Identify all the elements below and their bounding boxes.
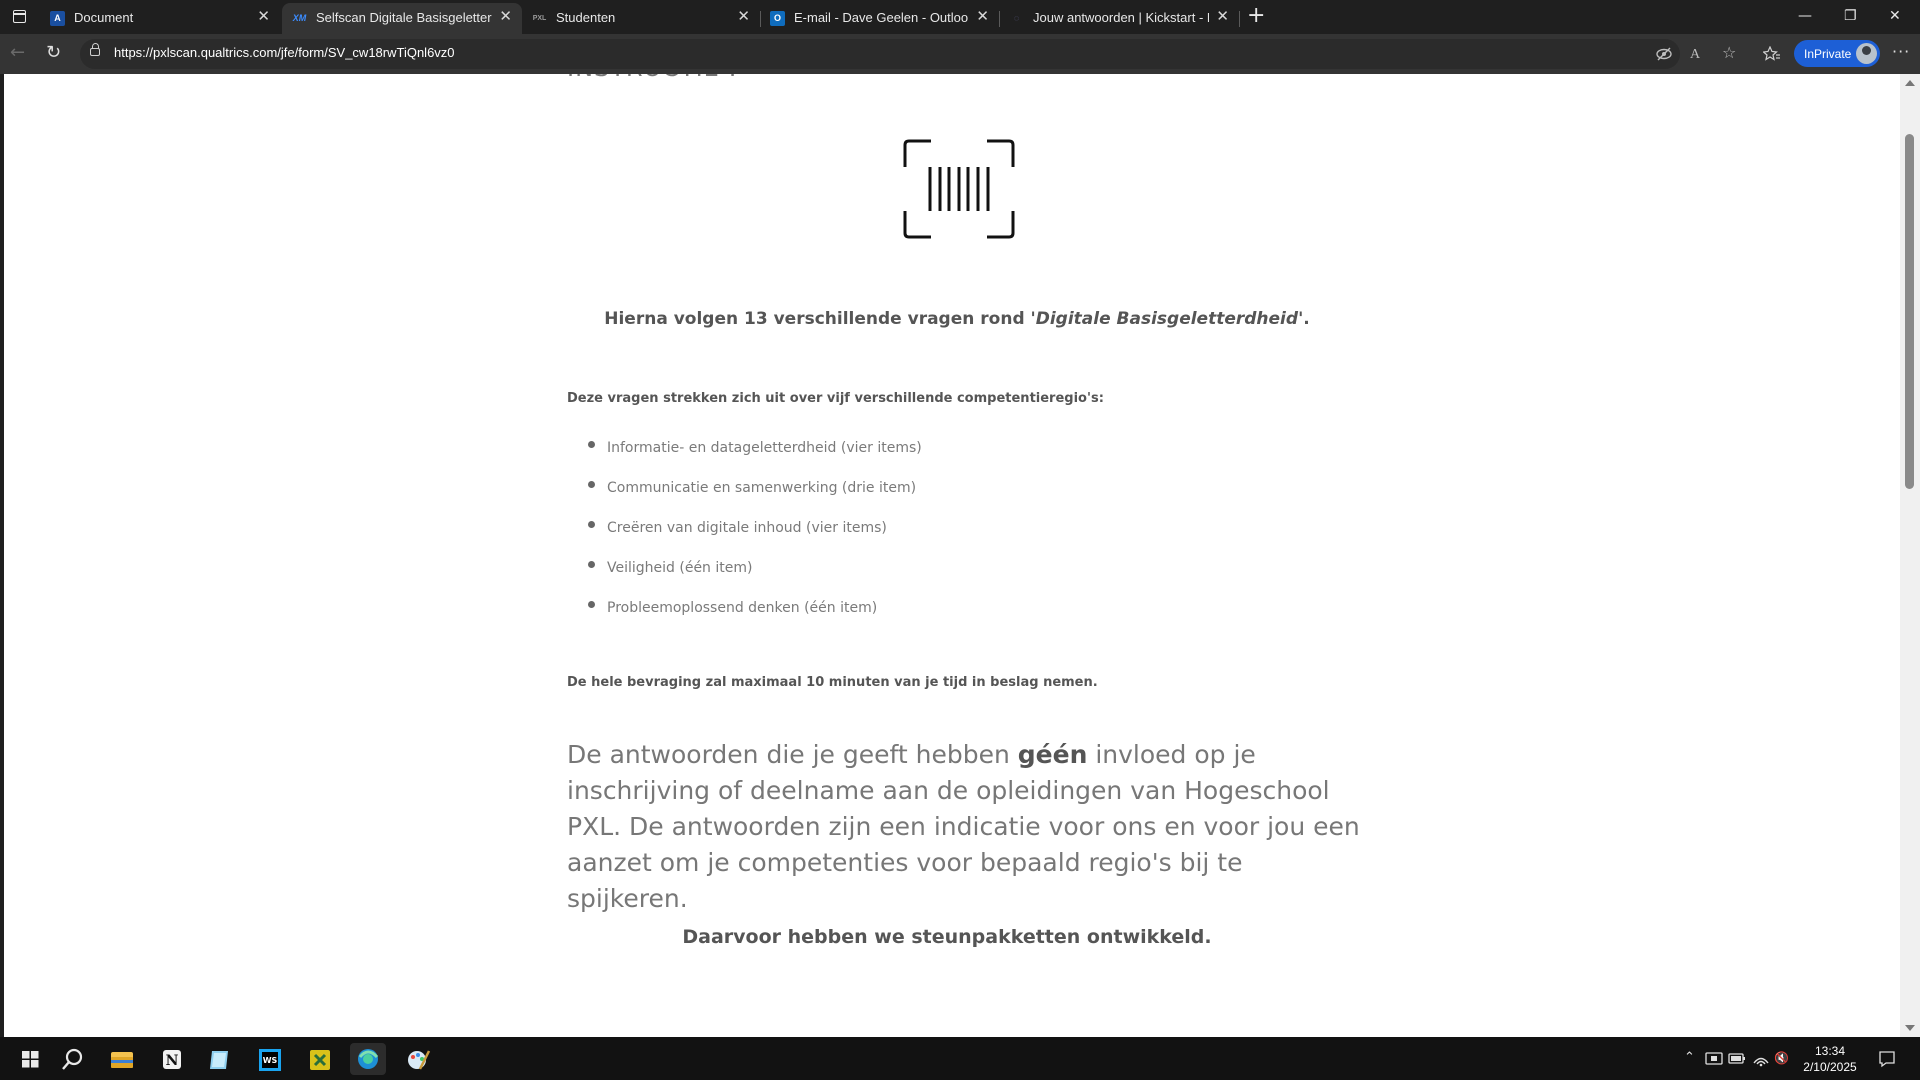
outlook-favicon-icon: O [770, 11, 785, 26]
close-tab-icon[interactable]: ✕ [737, 8, 750, 26]
tab-title: Document [74, 10, 134, 25]
pxl-favicon-icon: PXL [532, 15, 547, 22]
intro-text: Hierna volgen 13 verschillende vragen ro… [567, 309, 1347, 329]
start-icon[interactable] [12, 1043, 48, 1075]
speaker-muted-icon[interactable]: 🔇 [1774, 1049, 1789, 1067]
meet-now-icon[interactable] [1705, 1051, 1723, 1067]
tab-outlook[interactable]: O E-mail - Dave Geelen - Outlook ✕ [760, 3, 1000, 34]
navigation-bar: ← ↻ https://pxlscan.qualtrics.com/jfe/fo… [0, 34, 1920, 74]
scrollbar-thumb[interactable] [1905, 134, 1914, 489]
restore-button[interactable]: ❐ [1844, 7, 1857, 25]
page-scrollbar[interactable] [1900, 74, 1920, 1037]
new-tab-button[interactable]: + [1247, 4, 1265, 28]
tab-title: Selfscan Digitale Basisgeletterdhe [316, 10, 492, 25]
tab-selfscan[interactable]: XM Selfscan Digitale Basisgeletterdhe ✕ [282, 3, 522, 34]
document-favicon-icon: A [50, 11, 65, 26]
address-bar[interactable]: https://pxlscan.qualtrics.com/jfe/form/S… [80, 39, 1736, 69]
list-item: Veiligheid (één item) [567, 558, 922, 598]
tab-bar: A Document ✕ XM Selfscan Digitale Basisg… [0, 0, 1920, 34]
kickstart-favicon-icon: ◌ [1013, 13, 1020, 23]
inprivate-label: InPrivate [1804, 47, 1852, 61]
disclaimer-prefix: De antwoorden die je geeft hebben [567, 740, 1018, 769]
list-item: Informatie- en datageletterdheid (vier i… [567, 438, 922, 478]
tab-separator [1239, 11, 1240, 27]
intro-italic: Digitale Basisgeletterdheid [1035, 309, 1299, 329]
tab-studenten[interactable]: PXL Studenten ✕ [522, 3, 761, 34]
battery-icon[interactable] [1728, 1052, 1746, 1066]
barcode-scan-icon [903, 139, 1015, 239]
paint-icon[interactable] [400, 1043, 436, 1075]
qualtrics-favicon-icon: XM [292, 13, 307, 23]
svg-text:N: N [166, 1053, 179, 1069]
webstorm-icon[interactable]: WS [252, 1043, 288, 1075]
clock-date: 2/10/2025 [1803, 1060, 1857, 1074]
list-item: Communicatie en samenwerking (drie item) [567, 478, 922, 518]
duration-note: De hele bevraging zal maximaal 10 minute… [567, 675, 1098, 690]
close-tab-icon[interactable]: ✕ [499, 8, 512, 26]
excel-icon[interactable] [302, 1043, 338, 1075]
scroll-up-icon[interactable] [1905, 80, 1915, 86]
intro-prefix: Hierna volgen 13 verschillende vragen ro… [604, 309, 1036, 329]
competence-regions-list: Informatie- en datageletterdheid (vier i… [567, 438, 922, 638]
support-packages-text: Daarvoor hebben we steunpakketten ontwik… [682, 926, 1212, 948]
settings-more-icon[interactable]: ··· [1892, 42, 1910, 61]
competence-subheading: Deze vragen strekken zich uit over vijf … [567, 391, 1104, 406]
tab-kickstart[interactable]: ◌ Jouw antwoorden | Kickstart - Ler ✕ [999, 3, 1240, 34]
scroll-down-icon[interactable] [1905, 1025, 1915, 1031]
list-item: Creëren van digitale inhoud (vier items) [567, 518, 922, 558]
notion-icon[interactable]: N [154, 1043, 190, 1075]
page-viewport: INSTRUCTIE : Hierna volgen 13 verschille… [4, 74, 1900, 1037]
wifi-icon[interactable] [1752, 1051, 1770, 1067]
close-tab-icon[interactable]: ✕ [257, 8, 270, 26]
tray-chevron-icon[interactable]: ⌃ [1684, 1049, 1695, 1067]
list-item: Probleemoplossend denken (één item) [567, 598, 922, 638]
disclaimer-bold: géén [1017, 740, 1088, 769]
notifications-icon[interactable] [1878, 1050, 1896, 1068]
url-text[interactable]: https://pxlscan.qualtrics.com/jfe/form/S… [114, 45, 455, 60]
lock-icon[interactable] [90, 43, 100, 56]
search-icon[interactable] [54, 1043, 90, 1075]
close-tab-icon[interactable]: ✕ [1216, 8, 1229, 26]
favorites-icon[interactable] [1763, 46, 1781, 62]
edge-icon[interactable] [350, 1043, 386, 1075]
taskbar-clock[interactable]: 13:34 2/10/2025 [1790, 1043, 1870, 1075]
clock-time: 13:34 [1814, 1044, 1846, 1058]
instruction-heading: INSTRUCTIE : [567, 74, 738, 82]
tab-title: E-mail - Dave Geelen - Outlook [794, 10, 969, 25]
tab-document[interactable]: A Document ✕ [40, 3, 280, 34]
read-aloud-icon[interactable]: A [1690, 47, 1700, 63]
tab-title: Jouw antwoorden | Kickstart - Ler [1033, 10, 1209, 25]
favorite-star-icon[interactable]: ☆ [1722, 45, 1736, 61]
tab-actions-icon[interactable] [8, 5, 32, 29]
svg-text:WS: WS [263, 1056, 278, 1065]
minimize-button[interactable]: — [1798, 7, 1812, 25]
intro-suffix: '. [1298, 309, 1310, 329]
windows-taskbar: N WS ⌃ 🔇 13:34 2/10/2025 [0, 1037, 1920, 1080]
back-button[interactable]: ← [10, 43, 25, 63]
close-tab-icon[interactable]: ✕ [976, 8, 989, 26]
file-explorer-icon[interactable] [104, 1043, 140, 1075]
tab-title: Studenten [556, 10, 616, 25]
inprivate-badge[interactable]: InPrivate [1794, 40, 1880, 67]
tracking-prevention-icon[interactable] [1656, 47, 1672, 61]
profile-avatar [1856, 43, 1877, 64]
notepad-icon[interactable] [202, 1043, 238, 1075]
close-window-button[interactable]: ✕ [1889, 7, 1901, 25]
disclaimer-text: De antwoorden die je geeft hebben géén i… [567, 737, 1367, 917]
reload-button[interactable]: ↻ [46, 43, 61, 63]
